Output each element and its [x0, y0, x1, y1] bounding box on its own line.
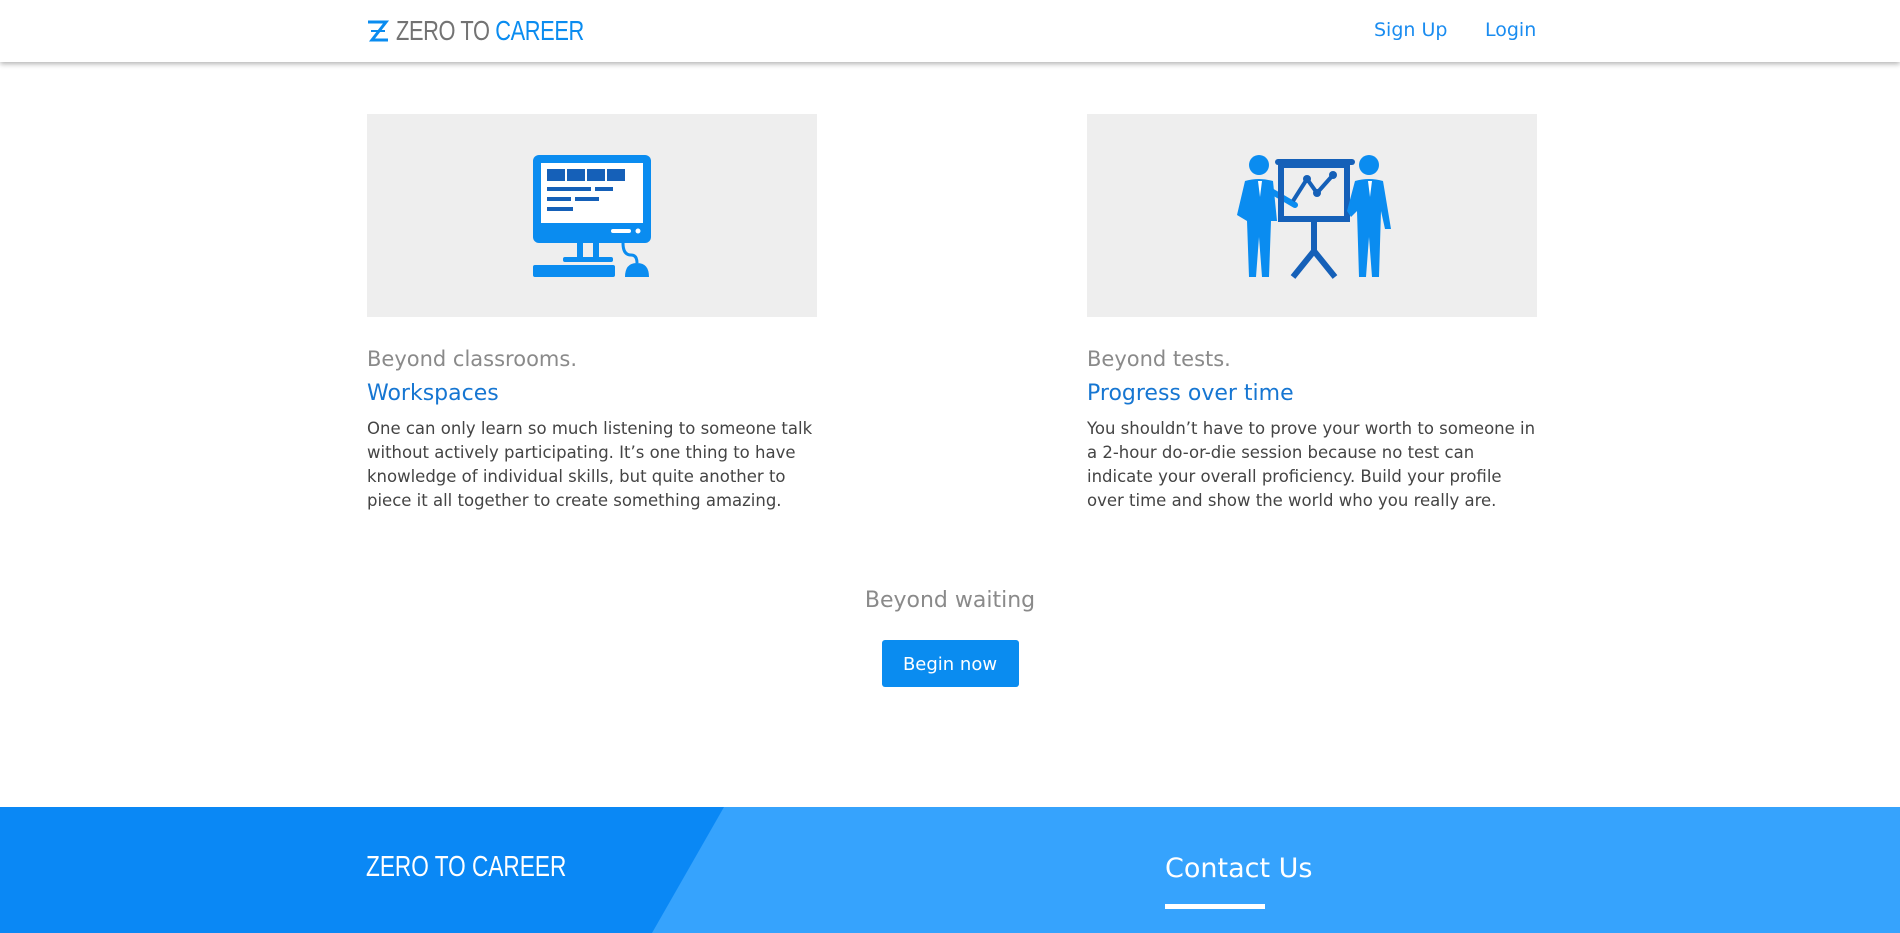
brand-word-zero-to: ZERO TO	[396, 15, 490, 46]
brand-z-icon	[368, 20, 390, 42]
footer: ZERO TO CAREER Contact Us	[0, 807, 1900, 933]
brand-wordmark: ZERO TO CAREER	[396, 15, 584, 47]
contact-heading-underline	[1165, 904, 1265, 909]
signup-link[interactable]: Sign Up	[1374, 19, 1447, 41]
login-link[interactable]: Login	[1485, 19, 1536, 41]
workspaces-description: One can only learn so much listening to …	[367, 419, 813, 510]
progress-illustration	[1087, 114, 1537, 317]
footer-brand-career: CAREER	[472, 851, 567, 883]
workspaces-illustration	[367, 114, 817, 317]
contact-us-heading: Contact Us	[1165, 853, 1313, 884]
footer-dark-panel	[0, 807, 724, 933]
brand-logo[interactable]: ZERO TO CAREER	[366, 14, 637, 48]
workspaces-kicker: Beyond classrooms.	[367, 347, 577, 371]
cta-container: Begin now	[0, 640, 1900, 687]
top-navbar: ZERO TO CAREER Sign Up Login	[0, 0, 1900, 62]
cta-kicker: Beyond waiting	[864, 588, 1036, 613]
computer-workspace-icon	[533, 154, 651, 277]
progress-kicker: Beyond tests.	[1087, 347, 1231, 371]
progress-title: Progress over time	[1087, 381, 1294, 406]
workspaces-title: Workspaces	[367, 381, 499, 406]
presentation-chart-icon	[1237, 154, 1391, 279]
brand-word-career: CAREER	[495, 15, 584, 46]
begin-now-button[interactable]: Begin now	[881, 640, 1019, 687]
footer-brand-logo[interactable]: ZERO TO CAREER	[366, 851, 566, 884]
footer-brand-zero-to: ZERO TO	[366, 851, 466, 883]
progress-description: You shouldn’t have to prove your worth t…	[1087, 419, 1536, 510]
